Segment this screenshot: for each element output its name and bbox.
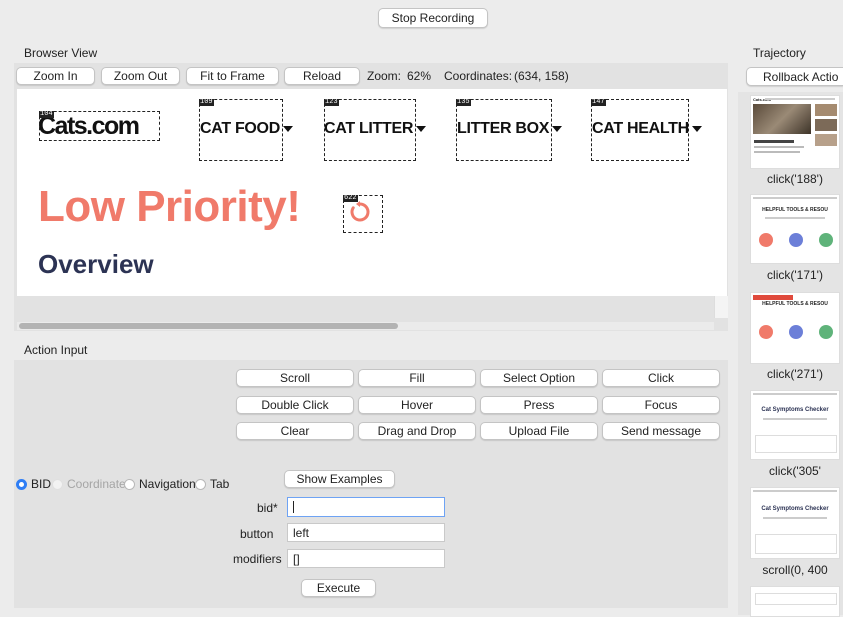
action-click-button[interactable]: Click xyxy=(602,369,720,387)
thumb-nav-bar xyxy=(765,98,835,100)
thumb-tool-icon xyxy=(789,325,803,339)
thumb-side-image xyxy=(815,119,837,131)
trajectory-title: Trajectory xyxy=(753,46,806,60)
action-clear-button[interactable]: Clear xyxy=(236,422,354,440)
action-scroll-button[interactable]: Scroll xyxy=(236,369,354,387)
thumb-heading: HELPFUL TOOLS & RESOU xyxy=(762,301,828,307)
trajectory-thumbnail[interactable]: Cat Symptoms Checker xyxy=(750,390,840,460)
bid-tag-logo: 104 xyxy=(39,110,54,118)
action-drag-and-drop-button[interactable]: Drag and Drop xyxy=(358,422,476,440)
thumb-heading: HELPFUL TOOLS & RESOU xyxy=(762,207,828,213)
thumb-banner xyxy=(753,295,793,300)
page-headline: Low Priority! xyxy=(38,182,301,231)
zoom-value: 62% xyxy=(407,69,432,83)
coordinates-label: Coordinates: xyxy=(444,69,513,83)
trajectory-thumbnail[interactable] xyxy=(750,586,840,617)
thumb-heading: Cat Symptoms Checker xyxy=(761,407,829,413)
zoom-in-button[interactable]: Zoom In xyxy=(16,67,95,85)
browser-viewport[interactable]: Cats.com 104 CAT FOOD 109 CAT LITTER 123… xyxy=(17,89,727,296)
thumb-nav-bar xyxy=(753,490,837,492)
thumb-text-line xyxy=(754,151,800,153)
trajectory-step-caption: click('305' xyxy=(769,464,821,478)
thumb-table xyxy=(755,593,837,605)
browser-view-title: Browser View xyxy=(24,46,98,60)
field-label-button: button xyxy=(240,527,274,541)
action-focus-button[interactable]: Focus xyxy=(602,396,720,414)
radio-icon xyxy=(195,478,206,490)
stop-recording-button[interactable]: Stop Recording xyxy=(378,8,488,28)
trajectory-step-caption: scroll(0, 400 xyxy=(762,563,828,577)
zoom-out-button[interactable]: Zoom Out xyxy=(101,67,180,85)
bid-tag-cat-food: 109 xyxy=(199,98,214,106)
fit-to-frame-button[interactable]: Fit to Frame xyxy=(186,67,279,85)
bid-tag-litter-box: 135 xyxy=(456,98,471,106)
bid-tag-cat-health: 147 xyxy=(591,98,606,106)
mode-radio-coordinate[interactable]: Coordinate xyxy=(52,477,126,491)
modifiers-input[interactable]: [] xyxy=(287,549,445,568)
trajectory-step-caption: click('171') xyxy=(767,268,823,282)
action-select-option-button[interactable]: Select Option xyxy=(480,369,598,387)
field-label-bid: bid* xyxy=(257,501,278,515)
thumb-side-image xyxy=(815,134,837,146)
trajectory-thumbnail[interactable]: Cat Symptoms Checker xyxy=(750,487,840,559)
trajectory-step-caption: click('188') xyxy=(767,172,823,186)
thumb-text-line xyxy=(763,517,827,519)
bid-tag-spinner: 622 xyxy=(343,194,358,202)
thumb-tool-icon xyxy=(759,325,773,339)
thumb-nav-bar xyxy=(753,197,837,199)
thumb-heading: Cat Symptoms Checker xyxy=(761,506,829,512)
trajectory-thumbnail[interactable]: HELPFUL TOOLS & RESOU xyxy=(750,292,840,364)
thumb-nav-bar xyxy=(753,393,837,395)
zoom-label: Zoom: xyxy=(367,69,402,83)
trajectory-thumbnail[interactable]: Cats.com xyxy=(750,95,840,169)
thumb-hero-image xyxy=(753,104,811,134)
radio-selected-icon xyxy=(16,478,27,490)
rollback-action-button[interactable]: Rollback Actio xyxy=(746,67,843,86)
reload-button[interactable]: Reload xyxy=(284,67,360,85)
vertical-scroll-track[interactable] xyxy=(714,296,728,318)
text-cursor xyxy=(293,501,294,513)
bid-box-logo xyxy=(39,111,160,141)
thumb-tool-icon xyxy=(789,233,803,247)
thumb-tool-icon xyxy=(819,325,833,339)
action-hover-button[interactable]: Hover xyxy=(358,396,476,414)
coordinates-value: (634, 158) xyxy=(514,69,569,83)
trajectory-thumbnail[interactable]: HELPFUL TOOLS & RESOU xyxy=(750,194,840,264)
bid-box-litter-box xyxy=(456,99,552,161)
show-examples-button[interactable]: Show Examples xyxy=(284,470,395,488)
thumb-text-line xyxy=(765,217,825,219)
mode-radio-tab[interactable]: Tab xyxy=(195,477,229,491)
action-fill-button[interactable]: Fill xyxy=(358,369,476,387)
thumb-text-line xyxy=(754,146,804,148)
bid-tag-cat-litter: 123 xyxy=(324,98,339,106)
mode-radio-navigation[interactable]: Navigation xyxy=(124,477,196,491)
action-send-message-button[interactable]: Send message xyxy=(602,422,720,440)
thumb-table xyxy=(755,435,837,453)
bid-input[interactable] xyxy=(287,497,445,517)
bid-box-cat-health xyxy=(591,99,689,161)
mode-radio-bid[interactable]: BID xyxy=(16,477,51,491)
radio-icon xyxy=(124,478,135,490)
page-subheadline: Overview xyxy=(38,249,154,279)
thumb-text-line xyxy=(763,418,827,420)
thumb-table xyxy=(755,534,837,554)
trajectory-step-caption: click('271') xyxy=(767,367,823,381)
thumb-side-image xyxy=(815,104,837,116)
radio-icon xyxy=(52,478,63,490)
button-input[interactable]: left xyxy=(287,523,445,542)
thumb-tool-icon xyxy=(759,233,773,247)
field-label-modifiers: modifiers xyxy=(233,552,282,566)
action-upload-file-button[interactable]: Upload File xyxy=(480,422,598,440)
execute-button[interactable]: Execute xyxy=(301,579,376,597)
action-input-title: Action Input xyxy=(24,343,88,357)
thumb-tool-icon xyxy=(819,233,833,247)
horizontal-scroll-thumb[interactable] xyxy=(19,323,398,329)
action-press-button[interactable]: Press xyxy=(480,396,598,414)
thumb-text-line xyxy=(754,140,794,143)
bid-box-cat-litter xyxy=(324,99,416,161)
bid-box-cat-food xyxy=(199,99,283,161)
action-double-click-button[interactable]: Double Click xyxy=(236,396,354,414)
